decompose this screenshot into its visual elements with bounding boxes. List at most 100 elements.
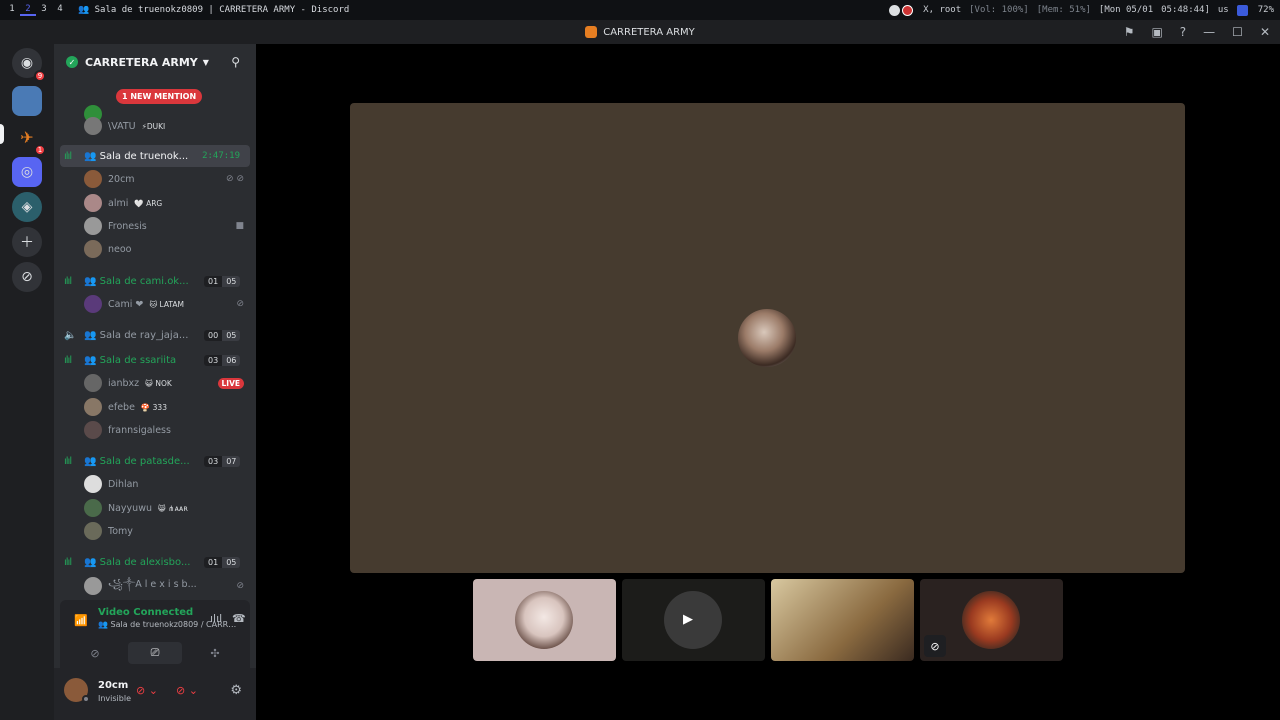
flag-icon[interactable]: ⚑: [1124, 25, 1135, 39]
voice-channel-ssariita[interactable]: ılıl 👥 Sala de ssariita 03 06: [54, 349, 256, 371]
member-nayyuwu[interactable]: Nayyuwu 😸 ⋔ᴀᴀʀ: [54, 497, 256, 519]
voice-channel-cami[interactable]: ılıl 👥 Sala de cami.ok... 01 05: [54, 270, 256, 292]
maximize-button[interactable]: ☐: [1232, 25, 1243, 39]
username[interactable]: 20cm: [98, 680, 128, 691]
compass-icon: ⊘: [21, 269, 33, 285]
close-button[interactable]: ✕: [1260, 25, 1270, 39]
member-cami[interactable]: Cami ❤ 🐱 LATAM ⊘: [54, 293, 256, 315]
member-ianbxz[interactable]: ianbxz 😺 NOK LIVE: [54, 372, 256, 394]
channel-name: 👥 Sala de alexisbo...: [84, 556, 191, 568]
member-tag: 😸 ⋔ᴀᴀʀ: [157, 503, 188, 513]
member-efebe[interactable]: efebe 🍄 333: [54, 396, 256, 418]
user-count: 01 05: [204, 556, 241, 568]
discord-logo-icon: ◎: [20, 164, 34, 180]
server-icon-carretera[interactable]: ✈ 1: [12, 122, 46, 156]
muted-icon: ⊘: [236, 299, 244, 309]
member-dihlan[interactable]: Dihlan: [54, 473, 256, 495]
user-count: 00 05: [204, 329, 241, 341]
member-alexis[interactable]: ꧁༒A l e x i s b... ⊘: [54, 575, 256, 597]
minimize-button[interactable]: —: [1203, 25, 1215, 39]
workspace-2[interactable]: 2: [20, 4, 36, 16]
server-rail: ◉ 9 ✈ 1 ◎ ◈ ＋ ⊘: [0, 44, 54, 720]
voice-channel-alexisbo[interactable]: ılıl 👥 Sala de alexisbo... 01 05: [54, 551, 256, 573]
screen-share-button[interactable]: ⎚: [128, 642, 182, 664]
avatar: [84, 374, 102, 392]
voice-active-icon: ılıl: [64, 275, 72, 287]
member-name: Nayyuwu: [108, 502, 152, 514]
record-tray-icon[interactable]: [902, 4, 914, 16]
user-status: Invisible: [98, 694, 131, 703]
settings-gear-icon[interactable]: ⚙: [230, 683, 242, 698]
channel-name: 👥 Sala de patasde...: [84, 455, 190, 467]
participant-tile-1[interactable]: [473, 579, 616, 661]
signal-icon[interactable]: 📶: [74, 614, 88, 627]
activities-button[interactable]: ✣: [188, 642, 242, 664]
camera-off-button[interactable]: ⊘: [68, 642, 122, 664]
add-server-button[interactable]: ＋: [12, 227, 42, 257]
user-count: 03 07: [204, 455, 241, 467]
explore-button[interactable]: ⊘: [12, 262, 42, 292]
avatar: [84, 117, 102, 135]
video-stage: ▶ ⊘: [256, 44, 1280, 720]
inbox-icon[interactable]: ▣: [1151, 25, 1162, 39]
noise-suppression-icon[interactable]: ılıl: [210, 612, 222, 625]
voice-channel-ray[interactable]: 🔈 👥 Sala de ray_jaja... 00 05: [54, 324, 256, 346]
member-frannsigaless[interactable]: frannsigaless: [54, 419, 256, 441]
participant-tile-3[interactable]: [771, 579, 914, 661]
member-tag: 🍄 333: [140, 402, 167, 412]
focused-avatar: [738, 309, 796, 367]
discord-icon: ◉: [20, 55, 34, 71]
discord-tray-icon[interactable]: [889, 4, 901, 16]
avatar: [84, 499, 102, 517]
member-vatu[interactable]: \VATU ⚡DUKI: [54, 115, 256, 137]
voice-channel-patasde[interactable]: ılıl 👥 Sala de patasde... 03 07: [54, 450, 256, 472]
channel-name: 👥 Sala de ray_jaja...: [84, 329, 189, 341]
app-title: CARRETERA ARMY: [603, 26, 695, 38]
user-count: 01 05: [204, 275, 241, 287]
voice-active-icon: ılıl: [64, 150, 72, 162]
status-indicator: [82, 695, 90, 703]
server-icon-1[interactable]: [12, 86, 42, 116]
server-header[interactable]: ✓ CARRETERA ARMY ▼ ⚲: [54, 44, 256, 80]
user-count: 03 06: [204, 354, 241, 366]
airplane-icon: ✈: [20, 127, 34, 147]
member-name: Dihlan: [108, 478, 139, 490]
member-tag: 🐱 LATAM: [149, 299, 185, 309]
voice-status[interactable]: Video Connected: [98, 607, 193, 618]
server-icon-voice[interactable]: ◈: [12, 192, 42, 222]
server-icon-discord[interactable]: ◎: [12, 157, 42, 187]
muted-icon: ⊘: [236, 581, 244, 591]
help-icon[interactable]: ?: [1180, 25, 1186, 39]
member-tag: ⚡DUKI: [141, 121, 166, 131]
workspace-1[interactable]: 1: [4, 4, 20, 16]
disconnect-icon[interactable]: ☎: [232, 612, 246, 625]
workspace-switcher: 1 2 3 4: [4, 4, 68, 16]
member-20cm[interactable]: 20cm ⊘ ⊘: [54, 168, 256, 190]
member-almi[interactable]: almi 🤍 ARG: [54, 192, 256, 214]
invite-people-icon[interactable]: ⚲: [231, 55, 240, 69]
new-mention-pill[interactable]: 1 NEW MENTION: [116, 89, 203, 104]
member-name: efebe: [108, 401, 135, 413]
focused-participant-tile[interactable]: [350, 103, 1185, 573]
channel-sidebar: ✓ CARRETERA ARMY ▼ ⚲ 1 NEW MENTION \VATU…: [54, 44, 256, 720]
avatar: [84, 421, 102, 439]
member-tomy[interactable]: Tomy: [54, 520, 256, 542]
participant-tile-2[interactable]: ▶: [622, 579, 765, 661]
voice-active-icon: ılıl: [64, 354, 72, 366]
deafen-button[interactable]: ⊘ ⌄: [176, 684, 198, 697]
member-fronesis[interactable]: Fronesis ■: [54, 215, 256, 237]
clock: 05:48:44]: [1161, 5, 1210, 15]
memory-indicator: [Mem: 51%]: [1036, 5, 1091, 15]
participant-tile-4[interactable]: ⊘: [920, 579, 1063, 661]
home-button[interactable]: ◉ 9: [12, 48, 46, 82]
live-badge[interactable]: LIVE: [217, 377, 244, 389]
video-off-icon: ⊘: [924, 635, 946, 657]
voice-channel-truenokz[interactable]: ılıl 👥 Sala de truenok... 2:47:19: [60, 145, 250, 167]
member-name: \VATU: [108, 120, 136, 132]
workspace-3[interactable]: 3: [36, 4, 52, 16]
member-neoo[interactable]: neoo: [54, 238, 256, 260]
mute-button[interactable]: ⊘ ⌄: [136, 684, 158, 697]
video-camera-icon: ▶: [683, 612, 693, 627]
channel-name: 👥 Sala de cami.ok...: [84, 275, 189, 287]
workspace-4[interactable]: 4: [52, 4, 68, 16]
